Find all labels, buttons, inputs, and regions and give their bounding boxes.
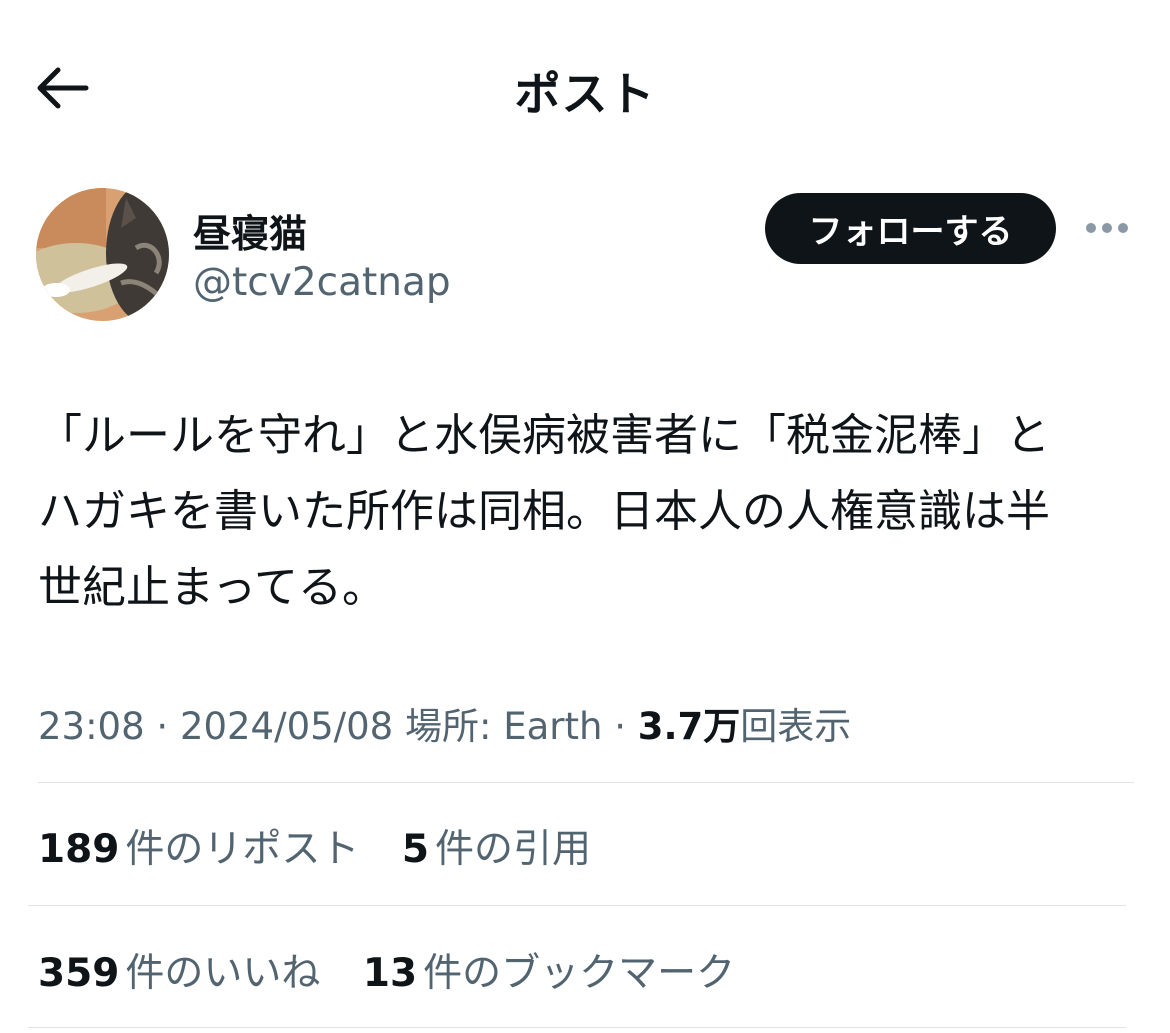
- reposts-stat[interactable]: 189 件のリポスト: [38, 818, 359, 874]
- bookmarks-stat[interactable]: 13 件のブックマーク: [363, 942, 735, 998]
- divider: [28, 1027, 1126, 1028]
- post-date[interactable]: 2024/05/08: [180, 705, 393, 748]
- post-text-line: ハガキを書いた所作は同相。日本人の人権意識は半: [38, 486, 1050, 537]
- reposts-label: 件のリポスト: [125, 827, 360, 872]
- post-text: 「ルールを守れ」と水俣病被害者に「税金泥棒」と ハガキを書いた所作は同相。日本人…: [38, 398, 1138, 626]
- post-text-line: 「ルールを守れ」と水俣病被害者に「税金泥棒」と: [38, 410, 1050, 461]
- quotes-stat[interactable]: 5 件の引用: [402, 818, 591, 874]
- more-horizontal-icon: [1086, 223, 1128, 233]
- views-count[interactable]: 3.7万: [638, 705, 741, 748]
- more-options-button[interactable]: [1082, 208, 1132, 248]
- likes-label: 件のいいね: [125, 951, 321, 996]
- divider: [28, 905, 1126, 906]
- likes-count: 359: [38, 951, 120, 996]
- quotes-count: 5: [401, 827, 429, 872]
- reposts-count: 189: [38, 827, 120, 872]
- post-location: 場所: Earth: [404, 705, 603, 748]
- post-meta: 23:08 · 2024/05/08 場所: Earth · 3.7万回表示: [38, 696, 851, 750]
- likes-stat[interactable]: 359 件のいいね: [38, 942, 320, 998]
- stats-row: 189 件のリポスト 5 件の引用: [38, 818, 621, 874]
- views-label: 回表示: [740, 705, 852, 748]
- divider: [38, 782, 1134, 783]
- bookmarks-count: 13: [362, 951, 418, 996]
- quotes-label: 件の引用: [434, 827, 591, 872]
- post-time[interactable]: 23:08: [38, 705, 145, 748]
- top-bar: ポスト: [0, 0, 1170, 170]
- post-page: ポスト 昼寝猫 @tcv2catnap フォローする 「ルールを守れ」と水俣病被…: [0, 0, 1170, 1033]
- stats-row: 359 件のいいね 13 件のブックマーク: [38, 942, 765, 998]
- author-handle[interactable]: @tcv2catnap: [193, 260, 451, 305]
- meta-separator: ·: [614, 705, 626, 748]
- follow-button[interactable]: フォローする: [765, 193, 1056, 264]
- avatar-cat-image: [36, 188, 169, 321]
- bookmarks-label: 件のブックマーク: [423, 951, 736, 996]
- author-display-name[interactable]: 昼寝猫: [193, 203, 307, 258]
- meta-separator: ·: [156, 705, 169, 748]
- avatar[interactable]: [36, 188, 169, 321]
- page-title: ポスト: [514, 67, 656, 121]
- post-text-line: 世紀止まってる。: [38, 562, 387, 613]
